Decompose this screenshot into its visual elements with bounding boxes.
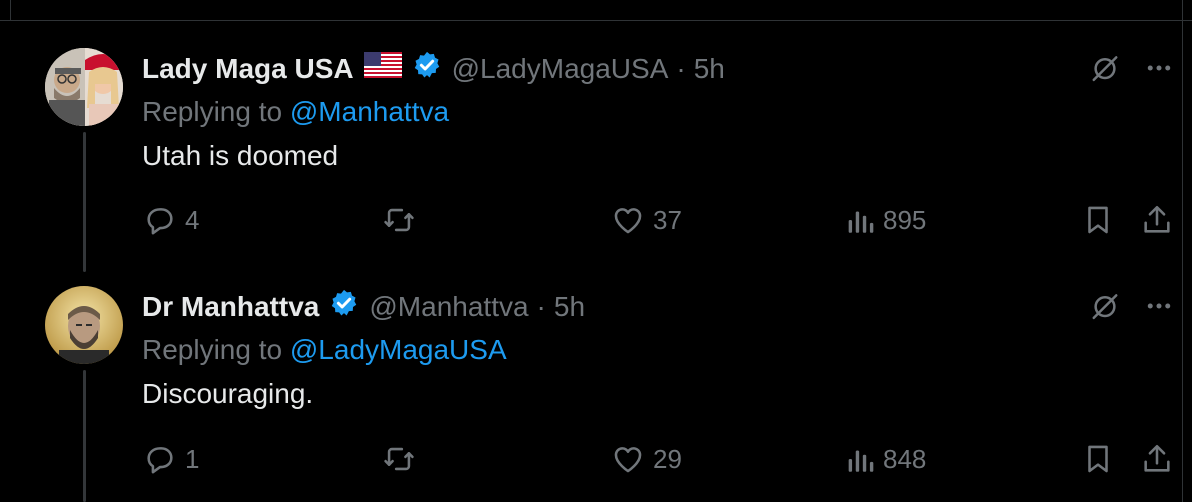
- tweet-top-actions: [1090, 291, 1174, 321]
- reply-count: 1: [185, 444, 200, 474]
- bookmark-icon: [1088, 206, 1108, 234]
- tweet-text: Utah is doomed: [142, 140, 339, 171]
- tweet-header: Dr Manhattva @Manhattva · 5h: [142, 288, 585, 326]
- views-button[interactable]: 895: [845, 203, 926, 237]
- display-name[interactable]: Lady Maga USA: [142, 52, 354, 86]
- retweet-button[interactable]: [382, 442, 416, 476]
- verified-badge-icon[interactable]: [412, 50, 442, 88]
- replying-prefix: Replying to: [142, 96, 290, 127]
- tweet-top-actions: [1090, 53, 1174, 83]
- views-icon: [848, 211, 874, 233]
- tweet[interactable]: Lady Maga USA @LadyMagaUSA · 5h Replying…: [0, 0, 1192, 270]
- replying-to: Replying to @Manhattva: [142, 95, 449, 129]
- replying-to: Replying to @LadyMagaUSA: [142, 333, 507, 367]
- views-icon: [848, 450, 874, 472]
- retweet-icon: [384, 447, 414, 471]
- avatar[interactable]: [45, 48, 123, 126]
- share-button[interactable]: [1141, 442, 1173, 476]
- display-name[interactable]: Dr Manhattva: [142, 290, 319, 324]
- verified-badge-icon[interactable]: [329, 288, 359, 326]
- separator: ·: [536, 291, 546, 322]
- like-count: 37: [653, 205, 682, 235]
- heart-icon: [614, 447, 642, 473]
- tweet[interactable]: Dr Manhattva @Manhattva · 5h Replying to…: [0, 270, 1192, 502]
- retweet-button[interactable]: [382, 203, 416, 237]
- replying-mention[interactable]: @Manhattva: [290, 96, 449, 127]
- reply-button[interactable]: 4: [143, 203, 199, 237]
- like-button[interactable]: 29: [611, 442, 682, 476]
- bookmark-icon: [1088, 445, 1108, 473]
- separator: ·: [676, 53, 686, 84]
- tweet-header: Lady Maga USA @LadyMagaUSA · 5h: [142, 50, 725, 88]
- views-button[interactable]: 848: [845, 442, 926, 476]
- bookmark-button[interactable]: [1083, 203, 1113, 237]
- share-button[interactable]: [1141, 203, 1173, 237]
- timestamp[interactable]: 5h: [554, 290, 585, 324]
- replying-prefix: Replying to: [142, 334, 290, 365]
- replying-mention[interactable]: @LadyMagaUSA: [290, 334, 507, 365]
- share-icon: [1144, 444, 1170, 472]
- share-icon: [1144, 205, 1170, 233]
- handle[interactable]: @Manhattva: [369, 290, 528, 324]
- timestamp[interactable]: 5h: [694, 52, 725, 86]
- heart-icon: [614, 208, 642, 234]
- handle[interactable]: @LadyMagaUSA: [452, 52, 669, 86]
- bookmark-button[interactable]: [1083, 442, 1113, 476]
- reply-icon: [147, 208, 173, 235]
- views-count: 895: [883, 205, 927, 235]
- retweet-icon: [384, 208, 414, 232]
- reply-count: 4: [185, 205, 200, 235]
- reply-icon: [147, 447, 173, 474]
- grok-icon[interactable]: [1090, 53, 1120, 83]
- reply-button[interactable]: 1: [143, 442, 199, 476]
- us-flag-icon: [363, 52, 402, 86]
- more-icon[interactable]: [1144, 53, 1174, 83]
- more-icon[interactable]: [1144, 291, 1174, 321]
- grok-icon[interactable]: [1090, 291, 1120, 321]
- like-count: 29: [653, 444, 682, 474]
- avatar[interactable]: [45, 286, 123, 364]
- views-count: 848: [883, 444, 927, 474]
- like-button[interactable]: 37: [611, 203, 682, 237]
- tweet-text: Discouraging.: [142, 378, 314, 409]
